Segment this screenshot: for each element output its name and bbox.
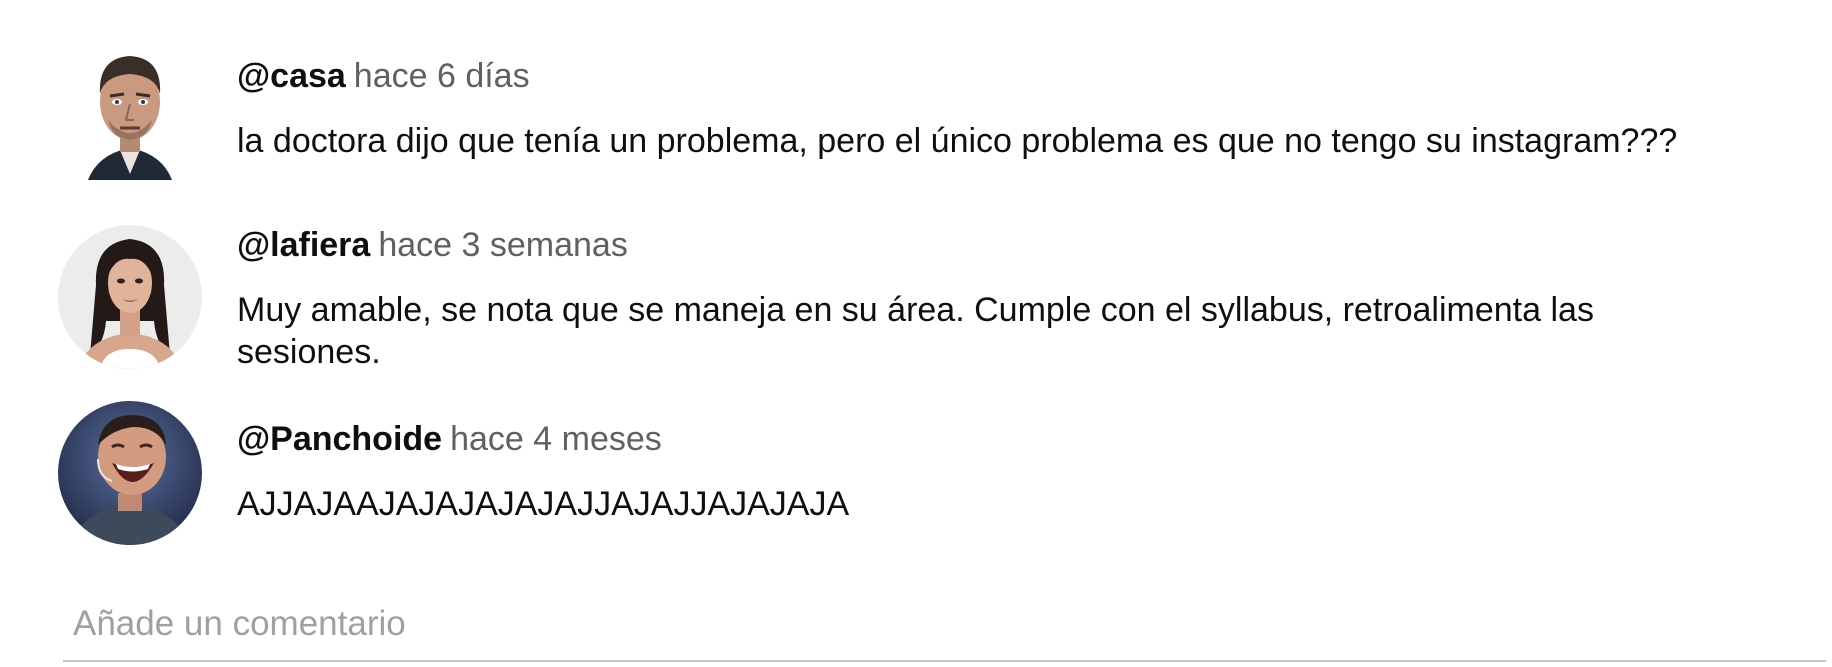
comment-text: la doctora dijo que tenía un problema, p…: [237, 122, 1678, 160]
comment-text: AJJAJAAJAJAJAJAJAJJAJAJJAJAJAJA: [237, 485, 850, 523]
comment-text: Muy amable, se nota que se maneja en su …: [237, 291, 1594, 371]
comment-timestamp[interactable]: hace 3 semanas: [378, 226, 628, 264]
comment-timestamp[interactable]: hace 4 meses: [450, 420, 662, 458]
comment-author[interactable]: @lafiera: [237, 226, 370, 264]
comment-header: @casa hace 6 días: [237, 56, 1792, 96]
comment-body: @casa hace 6 días la doctora dijo que ten…: [237, 56, 1792, 162]
add-comment-input[interactable]: [63, 600, 1826, 662]
comment-author[interactable]: @casa: [237, 57, 346, 95]
woman-portrait-avatar-icon: [58, 225, 202, 369]
comment-header: @Panchoide hace 4 meses: [237, 419, 1792, 459]
avatar[interactable]: [58, 401, 202, 545]
laughing-man-avatar-icon: [58, 401, 202, 545]
comment-header: @lafiera hace 3 semanas: [237, 225, 1792, 265]
man-portrait-avatar-icon: [58, 36, 202, 180]
avatar[interactable]: [58, 225, 202, 369]
avatar[interactable]: [58, 36, 202, 180]
comment-timestamp[interactable]: hace 6 días: [354, 57, 530, 95]
comment-body: @lafiera hace 3 semanas Muy amable, se no…: [237, 225, 1792, 373]
comment-body: @Panchoide hace 4 meses AJJAJAAJAJAJAJAJA…: [237, 419, 1792, 525]
comment-author[interactable]: @Panchoide: [237, 420, 442, 458]
